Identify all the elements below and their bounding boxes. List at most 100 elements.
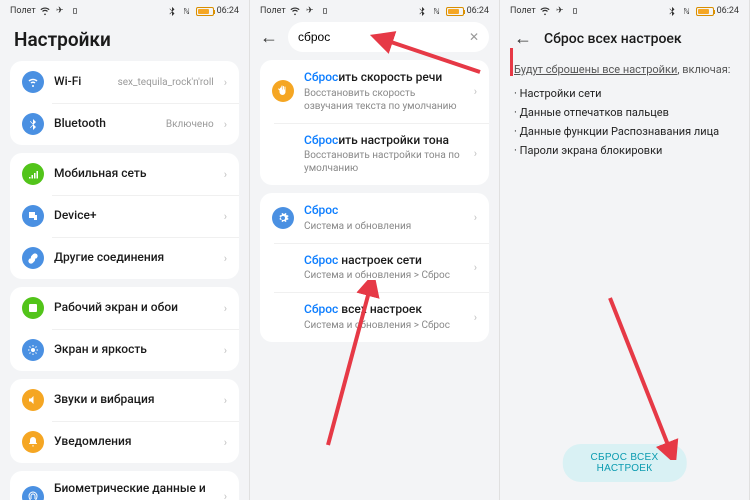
bt-muted-icon <box>416 5 428 17</box>
chevron-right-icon: › <box>224 118 227 131</box>
reset-bullet: Пароли экрана блокировки <box>514 141 735 160</box>
battery-small-icon <box>69 5 81 17</box>
clock: 06:24 <box>467 6 489 16</box>
reset-bullet: Настройки сети <box>514 84 735 103</box>
settings-main-screen: Полет ✈ ℕ 06:24 Настройки Wi-Fi sex_tequ… <box>0 0 250 500</box>
wifi-icon <box>39 5 51 17</box>
result-path: Система и обновления > Сброс <box>304 319 464 332</box>
bio-icon <box>22 486 44 500</box>
row-label: Биометрические данные и пароли <box>54 481 214 500</box>
chevron-right-icon: › <box>224 168 227 181</box>
chevron-right-icon: › <box>224 436 227 449</box>
settings-row-sound[interactable]: Звуки и вибрация › <box>10 379 239 421</box>
settings-row-bio[interactable]: Биометрические данные и пароли › <box>10 471 239 500</box>
result-path: Восстановить скорость озвучания текста п… <box>304 87 464 113</box>
battery-small-icon <box>319 5 331 17</box>
airplane-icon: ✈ <box>54 5 66 17</box>
sound-icon <box>22 389 44 411</box>
annotation-highlight-bar <box>510 48 513 76</box>
reset-all-screen: Полет ✈ ℕ 06:24 ← Сброс всех настроек Бу… <box>500 0 750 500</box>
search-result-row[interactable]: Сброс всех настроек Система и обновления… <box>260 292 489 342</box>
result-title: Сброс всех настроек <box>304 302 464 318</box>
status-bar: Полет ✈ ℕ 06:24 <box>500 0 749 22</box>
chevron-right-icon: › <box>474 261 477 274</box>
reset-warning-text: Будут сброшены все настройки, включая: <box>514 59 735 84</box>
bt-icon <box>22 113 44 135</box>
chevron-right-icon: › <box>224 210 227 223</box>
chevron-right-icon: › <box>474 85 477 98</box>
row-label: Мобильная сеть <box>54 166 214 182</box>
chevron-right-icon: › <box>224 394 227 407</box>
search-input[interactable] <box>298 30 463 44</box>
battery-icon <box>446 7 464 16</box>
chevron-right-icon: › <box>474 311 477 324</box>
result-title: Сбросить настройки тона <box>304 133 464 149</box>
gear-icon <box>272 207 294 229</box>
clock: 06:24 <box>717 6 739 16</box>
status-bar: Полет ✈ ℕ 06:24 <box>250 0 499 22</box>
row-label: Wi-Fi <box>54 74 108 90</box>
wifi-icon <box>289 5 301 17</box>
result-title: Сбросить скорость речи <box>304 70 464 86</box>
settings-row-sim[interactable]: Мобильная сеть › <box>10 153 239 195</box>
nfc-icon: ℕ <box>181 5 193 17</box>
battery-small-icon <box>569 5 581 17</box>
result-path: Система и обновления > Сброс <box>304 269 464 282</box>
result-path: Система и обновления <box>304 220 464 233</box>
dev-icon <box>22 205 44 227</box>
battery-icon <box>696 7 714 16</box>
settings-row-bt[interactable]: Bluetooth Включено › <box>10 103 239 145</box>
wifi-icon <box>539 5 551 17</box>
row-label: Рабочий экран и обои <box>54 300 214 316</box>
search-result-row[interactable]: Сброс настроек сети Система и обновления… <box>260 243 489 293</box>
bright-icon <box>22 339 44 361</box>
settings-row-bell[interactable]: Уведомления › <box>10 421 239 463</box>
bt-muted-icon <box>666 5 678 17</box>
settings-row-link[interactable]: Другие соединения › <box>10 237 239 279</box>
reset-bullet: Данные функции Распознавания лица <box>514 122 735 141</box>
back-button[interactable]: ← <box>514 28 532 49</box>
chevron-right-icon: › <box>224 344 227 357</box>
battery-icon <box>196 7 214 16</box>
row-label: Экран и яркость <box>54 342 214 358</box>
link-icon <box>22 247 44 269</box>
chevron-right-icon: › <box>474 147 477 160</box>
row-label: Уведомления <box>54 434 214 450</box>
search-result-row[interactable]: Сброс Система и обновления › <box>260 193 489 243</box>
carrier-label: Полет <box>510 6 536 16</box>
reset-all-button[interactable]: СБРОС ВСЕХ НАСТРОЕК <box>562 444 687 482</box>
carrier-label: Полет <box>260 6 286 16</box>
bt-muted-icon <box>166 5 178 17</box>
clock: 06:24 <box>217 6 239 16</box>
row-value: sex_tequila_rock'n'roll <box>118 77 214 88</box>
search-result-row[interactable]: Сбросить настройки тона Восстановить нас… <box>260 123 489 186</box>
result-title: Сброс <box>304 203 464 219</box>
search-result-row[interactable]: Сбросить скорость речи Восстановить скор… <box>260 60 489 123</box>
chevron-right-icon: › <box>474 211 477 224</box>
row-label: Bluetooth <box>54 116 156 132</box>
settings-row-dev[interactable]: Device+ › <box>10 195 239 237</box>
row-value: Включено <box>166 119 214 130</box>
back-button[interactable]: ← <box>260 27 278 48</box>
desk-icon <box>22 297 44 319</box>
settings-row-desk[interactable]: Рабочий экран и обои › <box>10 287 239 329</box>
row-label: Другие соединения <box>54 250 214 266</box>
airplane-icon: ✈ <box>554 5 566 17</box>
nfc-icon: ℕ <box>681 5 693 17</box>
nfc-icon: ℕ <box>431 5 443 17</box>
status-bar: Полет ✈ ℕ 06:24 <box>0 0 249 22</box>
search-box[interactable]: ✕ <box>288 22 489 52</box>
chevron-right-icon: › <box>224 302 227 315</box>
page-title: Настройки <box>14 28 111 51</box>
result-path: Восстановить настройки тона по умолчанию <box>304 149 464 175</box>
settings-row-wifi[interactable]: Wi-Fi sex_tequila_rock'n'roll › <box>10 61 239 103</box>
row-label: Звуки и вибрация <box>54 392 214 408</box>
chevron-right-icon: › <box>224 490 227 500</box>
bell-icon <box>22 431 44 453</box>
sim-icon <box>22 163 44 185</box>
reset-bullet: Данные отпечатков пальцев <box>514 103 735 122</box>
settings-row-bright[interactable]: Экран и яркость › <box>10 329 239 371</box>
clear-search-icon[interactable]: ✕ <box>469 30 479 44</box>
settings-search-screen: Полет ✈ ℕ 06:24 ← ✕ Сбросить скорость <box>250 0 500 500</box>
chevron-right-icon: › <box>224 76 227 89</box>
